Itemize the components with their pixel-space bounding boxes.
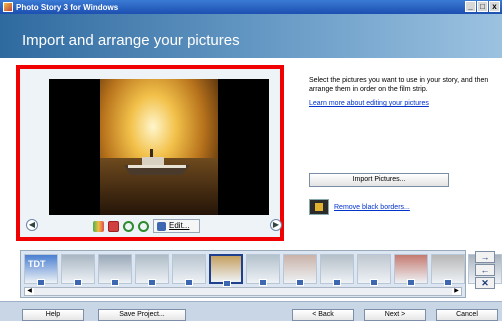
filmstrip-thumbnail[interactable] bbox=[209, 254, 243, 287]
filmstrip-thumbnail[interactable] bbox=[246, 254, 280, 286]
close-button[interactable]: x bbox=[489, 1, 500, 12]
back-button[interactable]: < Back bbox=[292, 309, 354, 321]
save-project-button[interactable]: Save Project... bbox=[98, 309, 186, 321]
edit-motion-icon[interactable] bbox=[444, 279, 452, 286]
filmstrip-thumbnail[interactable] bbox=[61, 254, 95, 286]
edit-label: Edit... bbox=[169, 221, 190, 230]
move-left-button[interactable]: ← bbox=[475, 264, 495, 276]
app-icon bbox=[3, 2, 13, 12]
edit-motion-icon[interactable] bbox=[333, 279, 341, 286]
previous-picture-button[interactable]: ◀ bbox=[26, 219, 38, 231]
thumbnail-row: TDT bbox=[24, 254, 502, 287]
remove-borders-row: Remove black borders... bbox=[309, 199, 410, 215]
preview-panel: ◀ ▶ Edit... bbox=[16, 65, 284, 241]
edit-motion-icon[interactable] bbox=[223, 280, 231, 287]
filmstrip-scrollbar[interactable]: ◀ ▶ bbox=[24, 287, 462, 296]
delete-picture-button[interactable]: ✕ bbox=[475, 277, 495, 289]
edit-motion-icon[interactable] bbox=[259, 279, 267, 286]
edit-motion-icon[interactable] bbox=[148, 279, 156, 286]
preview-canvas bbox=[49, 79, 269, 215]
rotate-right-icon[interactable] bbox=[138, 220, 149, 232]
preview-toolbar: Edit... bbox=[93, 219, 201, 233]
film-strip: TDT ◀ ▶ bbox=[20, 250, 502, 298]
filmstrip-thumbnail[interactable] bbox=[283, 254, 317, 286]
next-picture-button[interactable]: ▶ bbox=[270, 219, 282, 231]
rotate-left-icon[interactable] bbox=[123, 220, 134, 232]
filmstrip-thumbnail[interactable]: TDT bbox=[24, 254, 58, 286]
preview-photo bbox=[100, 79, 218, 215]
scroll-left-arrow[interactable]: ◀ bbox=[25, 288, 34, 295]
cancel-button[interactable]: Cancel bbox=[436, 309, 498, 321]
color-adjust-icon[interactable] bbox=[93, 220, 104, 232]
filmstrip-thumbnail[interactable] bbox=[431, 254, 465, 286]
thumbnail-label: TDT bbox=[28, 259, 46, 269]
filmstrip-thumbnail[interactable] bbox=[357, 254, 391, 286]
header-banner: Import and arrange your pictures bbox=[0, 14, 502, 58]
import-pictures-button[interactable]: Import Pictures... bbox=[309, 173, 449, 187]
edit-button[interactable]: Edit... bbox=[153, 219, 201, 233]
remove-borders-icon[interactable] bbox=[309, 199, 329, 215]
edit-motion-icon[interactable] bbox=[296, 279, 304, 286]
edit-motion-icon[interactable] bbox=[111, 279, 119, 286]
edit-motion-icon[interactable] bbox=[370, 279, 378, 286]
red-eye-icon[interactable] bbox=[108, 220, 119, 232]
title-bar: Photo Story 3 for Windows _ □ x bbox=[0, 0, 502, 14]
filmstrip-thumbnail[interactable] bbox=[394, 254, 428, 286]
filmstrip-thumbnail[interactable] bbox=[172, 254, 206, 286]
next-button[interactable]: Next > bbox=[364, 309, 426, 321]
window-controls: _ □ x bbox=[465, 1, 500, 12]
learn-more-link[interactable]: Learn more about editing your pictures bbox=[309, 100, 429, 107]
page-title: Import and arrange your pictures bbox=[22, 32, 240, 49]
filmstrip-thumbnail[interactable] bbox=[320, 254, 354, 286]
ship-image bbox=[124, 149, 190, 175]
edit-motion-icon[interactable] bbox=[185, 279, 193, 286]
window-title: Photo Story 3 for Windows bbox=[16, 2, 119, 12]
filmstrip-thumbnail[interactable] bbox=[135, 254, 169, 286]
remove-borders-link[interactable]: Remove black borders... bbox=[334, 204, 410, 211]
edit-motion-icon[interactable] bbox=[74, 279, 82, 286]
edit-motion-icon[interactable] bbox=[37, 279, 45, 286]
edit-icon bbox=[157, 221, 166, 231]
maximize-button[interactable]: □ bbox=[477, 1, 488, 12]
move-right-button[interactable]: → bbox=[475, 251, 495, 263]
help-button[interactable]: Help bbox=[22, 309, 84, 321]
edit-motion-icon[interactable] bbox=[407, 279, 415, 286]
minimize-button[interactable]: _ bbox=[465, 1, 476, 12]
instructions-text: Select the pictures you want to use in y… bbox=[309, 77, 489, 93]
filmstrip-thumbnail[interactable] bbox=[98, 254, 132, 286]
scroll-right-arrow[interactable]: ▶ bbox=[452, 288, 461, 295]
